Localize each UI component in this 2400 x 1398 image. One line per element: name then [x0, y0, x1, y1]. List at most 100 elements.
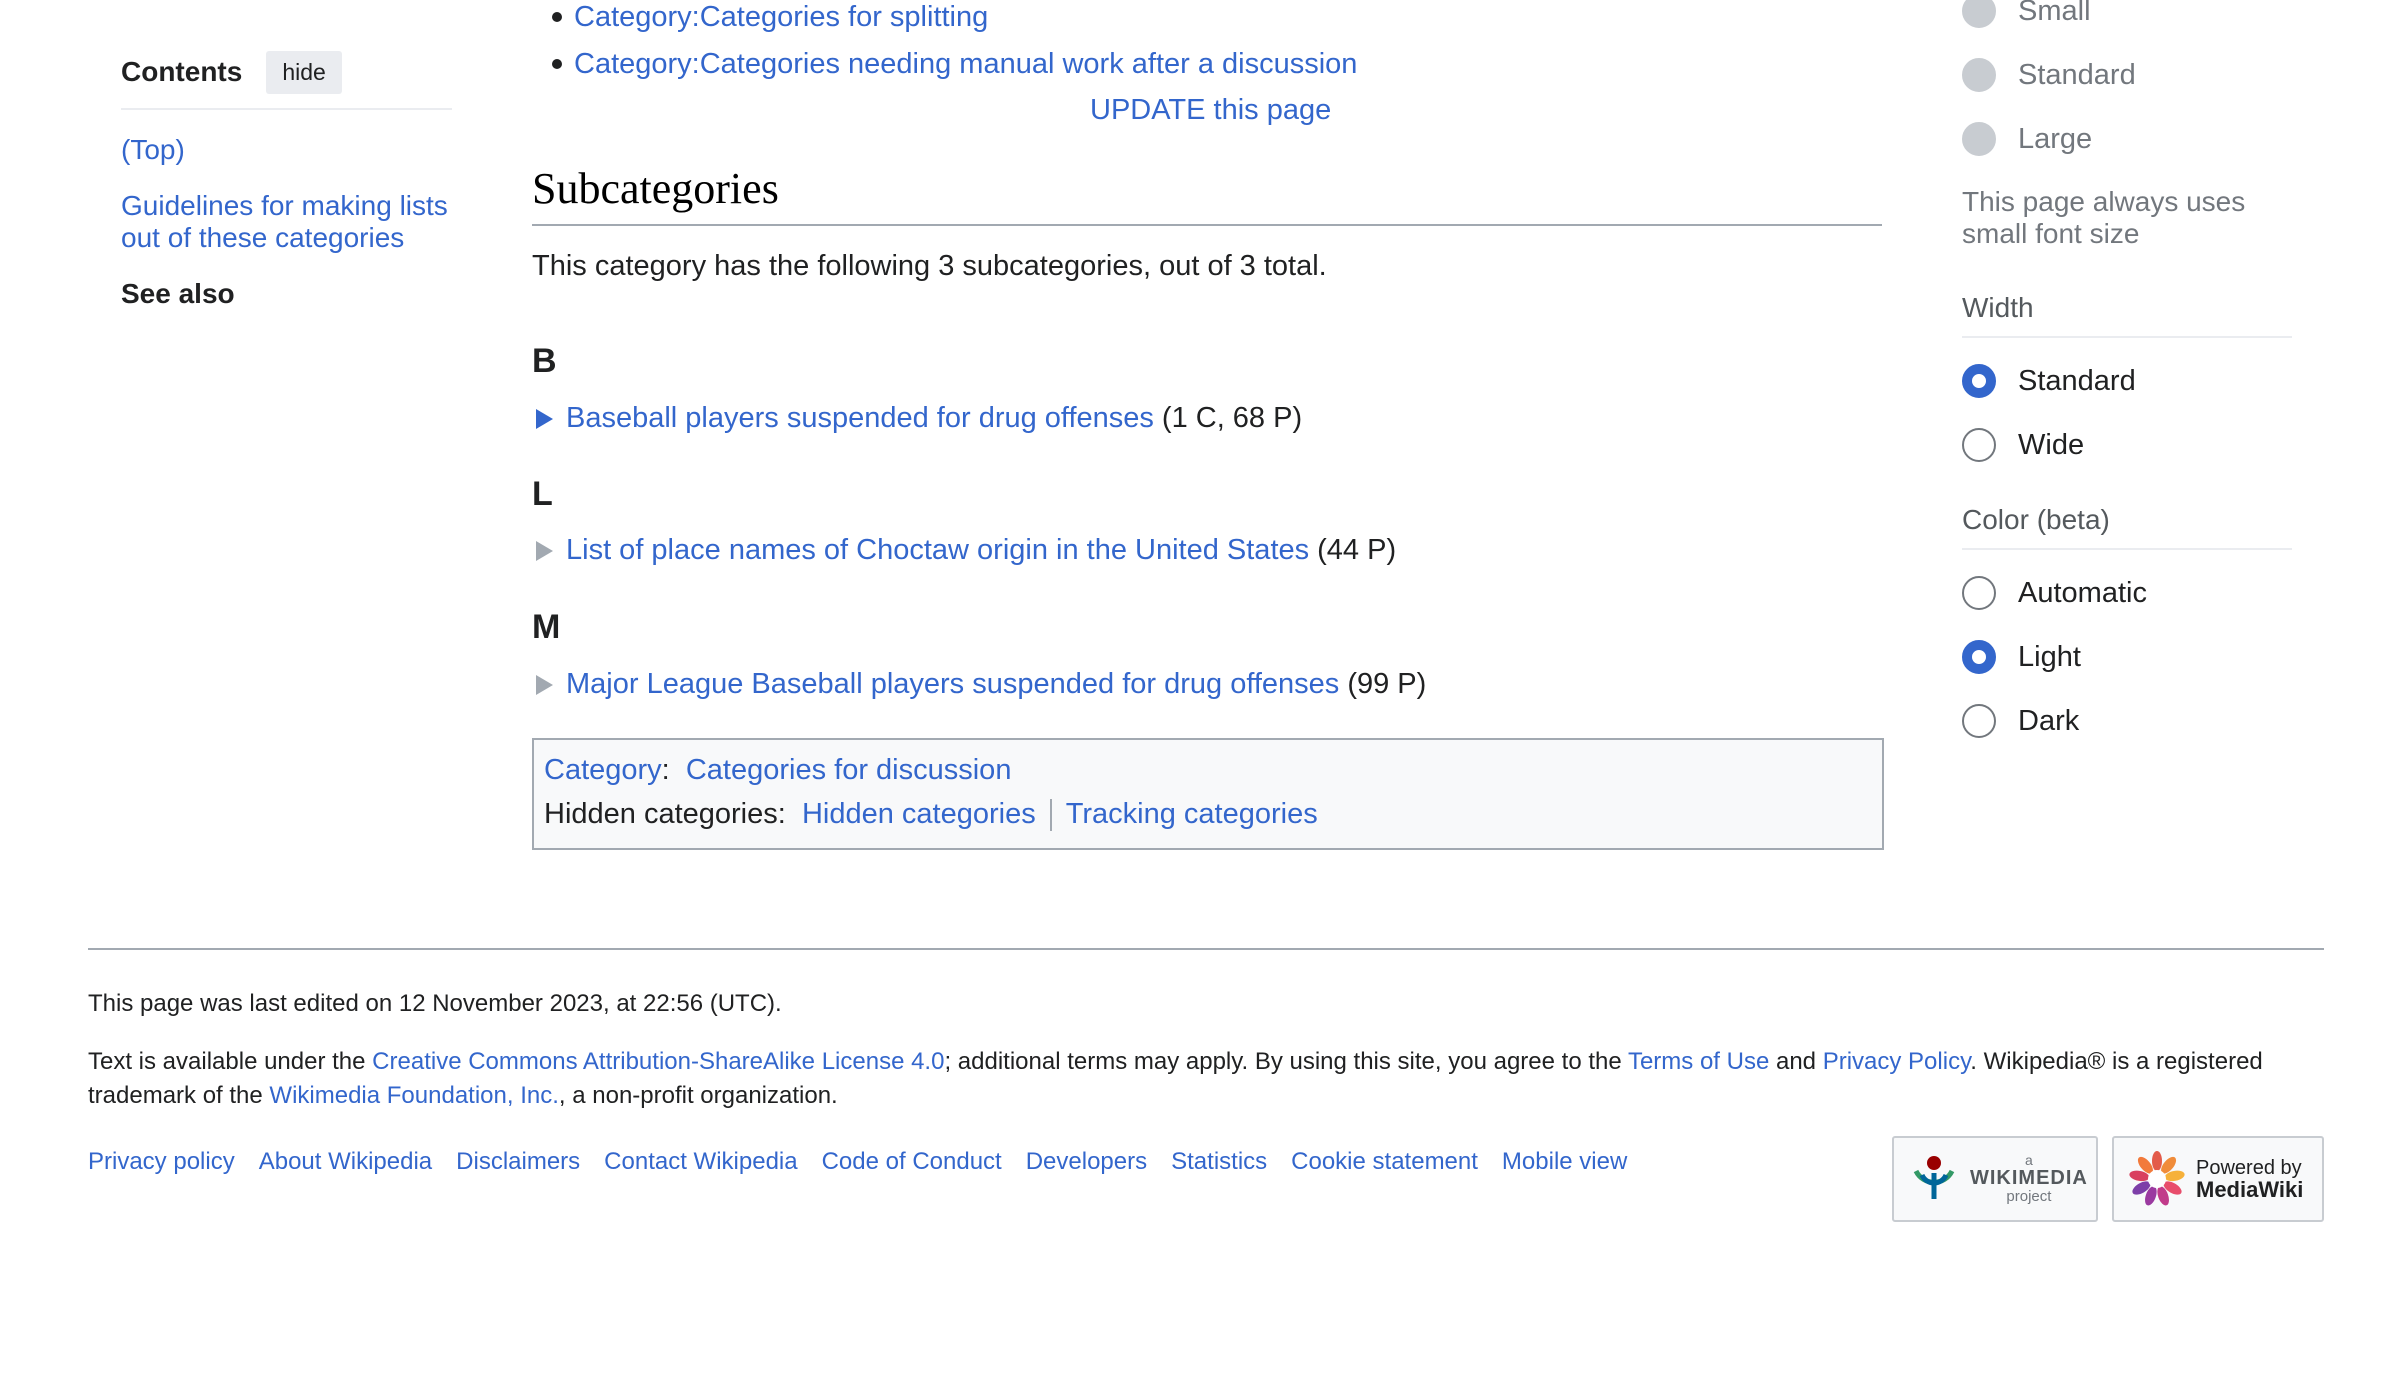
radio-button[interactable]	[1962, 428, 1996, 462]
subcategory-item: Baseball players suspended for drug offe…	[536, 402, 1302, 435]
hidden-category-link[interactable]: Hidden categories	[802, 798, 1036, 831]
wikimedia-project-badge[interactable]: a WIKIMEDIA project	[1892, 1136, 2098, 1222]
radio-button[interactable]	[1962, 704, 1996, 738]
footer-link-about[interactable]: About Wikipedia	[259, 1148, 432, 1176]
width-option-wide[interactable]: Wide	[1962, 428, 2084, 462]
option-label: Automatic	[2018, 576, 2147, 609]
subcategory-count: (1 C, 68 P)	[1161, 402, 1303, 434]
license-text: ; additional terms may apply. By using t…	[944, 1048, 1628, 1075]
mediawiki-badge-text: Powered by MediaWiki	[2196, 1157, 2303, 1201]
subcategory-count: (44 P)	[1317, 534, 1397, 566]
radio-button[interactable]	[1962, 576, 1996, 610]
subcategory-count: (99 P)	[1347, 668, 1427, 700]
colon: :	[661, 754, 686, 786]
subcategory-link[interactable]: List of place names of Choctaw origin in…	[566, 534, 1309, 567]
option-label: Wide	[2018, 428, 2085, 461]
hidden-categories-label: Hidden categories:	[544, 798, 786, 830]
wikimedia-logo-icon	[1913, 1156, 1955, 1199]
text-size-option-large: Large	[1962, 122, 2092, 156]
footer-link-developers[interactable]: Developers	[1026, 1148, 1147, 1176]
subcategories-heading: Subcategories	[532, 163, 1882, 226]
radio-button	[1962, 0, 1996, 28]
badge-text: a	[2025, 1152, 2033, 1168]
option-label: Light	[2018, 640, 2081, 673]
group-letter: M	[532, 608, 561, 646]
powered-by-mediawiki-badge[interactable]: Powered by MediaWiki	[2112, 1136, 2324, 1222]
footer-link-mobile-view[interactable]: Mobile view	[1502, 1148, 1627, 1176]
license-info: Text is available under the Creative Com…	[88, 1045, 2328, 1113]
width-heading: Width	[1962, 292, 2292, 338]
hidden-category-link[interactable]: Tracking categories	[1066, 798, 1318, 831]
radio-button	[1962, 58, 1996, 92]
text-size-option-small: Small	[1962, 0, 2091, 28]
color-option-light[interactable]: Light	[1962, 640, 2081, 674]
footer-link-cookie[interactable]: Cookie statement	[1291, 1148, 1478, 1176]
badge-text: Powered by	[2196, 1157, 2302, 1179]
toc-item-see-also[interactable]: See also	[121, 278, 452, 310]
category-value-link[interactable]: Categories for discussion	[686, 754, 1012, 787]
footer-link-privacy[interactable]: Privacy policy	[88, 1148, 235, 1176]
group-letter: B	[532, 342, 557, 380]
divider	[1049, 798, 1052, 831]
footer-link-statistics[interactable]: Statistics	[1171, 1148, 1267, 1176]
update-page-link[interactable]: UPDATE this page	[1090, 94, 1331, 127]
wikimedia-badge-text: a WIKIMEDIA project	[1970, 1153, 2088, 1205]
toc-header: Contents hide	[121, 48, 452, 110]
category-list: Category:Categories for splitting Catego…	[552, 0, 1357, 88]
toc-hide-button[interactable]: hide	[266, 50, 342, 94]
color-heading: Color (beta)	[1962, 504, 2292, 550]
radio-button	[1962, 122, 1996, 156]
expand-triangle-icon[interactable]	[536, 408, 553, 429]
subcategory-item: Major League Baseball players suspended …	[536, 668, 1426, 701]
category-links-box: Category: Categories for discussion Hidd…	[532, 738, 1884, 850]
width-option-standard[interactable]: Standard	[1962, 364, 2136, 398]
mediawiki-logo-icon	[2129, 1151, 2185, 1206]
badge-text: WIKIMEDIA	[1970, 1167, 2088, 1189]
license-text: , a non-profit organization.	[558, 1082, 838, 1109]
license-text: and	[1769, 1048, 1823, 1075]
footer-link-contact[interactable]: Contact Wikipedia	[604, 1148, 797, 1176]
toc-item-guidelines[interactable]: Guidelines for making lists out of these…	[121, 190, 452, 254]
option-label: Standard	[2018, 364, 2136, 397]
group-letter: L	[532, 475, 553, 513]
badge-text: MediaWiki	[2196, 1177, 2304, 1202]
subcategory-link[interactable]: Baseball players suspended for drug offe…	[566, 402, 1154, 435]
text-size-note: This page always uses small font size	[1962, 186, 2246, 249]
catlinks-normal: Category: Categories for discussion	[544, 754, 1011, 787]
toc-title: Contents	[121, 56, 243, 87]
terms-of-use-link[interactable]: Terms of Use	[1628, 1048, 1769, 1075]
color-option-dark[interactable]: Dark	[1962, 704, 2079, 738]
footer-link-code-of-conduct[interactable]: Code of Conduct	[822, 1148, 1002, 1176]
color-option-automatic[interactable]: Automatic	[1962, 576, 2147, 610]
radio-button-checked[interactable]	[1962, 364, 1996, 398]
option-label: Small	[2018, 0, 2091, 27]
list-item: Category:Categories needing manual work …	[552, 41, 1357, 88]
subcategory-item: List of place names of Choctaw origin in…	[536, 534, 1396, 567]
privacy-policy-link[interactable]: Privacy Policy	[1823, 1048, 1971, 1075]
cc-license-link[interactable]: Creative Commons Attribution-ShareAlike …	[372, 1048, 944, 1075]
option-label: Large	[2018, 122, 2093, 155]
category-label-link[interactable]: Category	[544, 754, 662, 787]
category-link[interactable]: Category:Categories for splitting	[574, 1, 988, 33]
category-link[interactable]: Category:Categories needing manual work …	[574, 48, 1357, 80]
footer-link-disclaimers[interactable]: Disclaimers	[456, 1148, 580, 1176]
footer-links: Privacy policy About Wikipedia Disclaime…	[88, 1148, 1651, 1176]
catlinks-hidden: Hidden categories: Hidden categories Tra…	[544, 798, 1318, 831]
list-item: Category:Categories for splitting	[552, 0, 1357, 41]
text-size-option-standard: Standard	[1962, 58, 2136, 92]
wikimedia-foundation-link[interactable]: Wikimedia Foundation, Inc.	[269, 1082, 558, 1109]
license-text: Text is available under the	[88, 1048, 373, 1075]
option-label: Dark	[2018, 704, 2080, 737]
footer-divider	[88, 948, 2324, 950]
radio-button-checked[interactable]	[1962, 640, 1996, 674]
table-of-contents: Contents hide (Top) Guidelines for makin…	[121, 48, 452, 310]
subcategories-description: This category has the following 3 subcat…	[532, 250, 1327, 282]
subcategory-link[interactable]: Major League Baseball players suspended …	[566, 668, 1339, 701]
option-label: Standard	[2018, 58, 2136, 91]
toc-list: (Top) Guidelines for making lists out of…	[121, 134, 452, 310]
empty-triangle-icon	[536, 540, 553, 561]
empty-triangle-icon	[536, 674, 553, 695]
toc-item-top[interactable]: (Top)	[121, 134, 452, 166]
badge-text: project	[2006, 1188, 2052, 1205]
last-edited-info: This page was last edited on 12 November…	[88, 990, 782, 1017]
